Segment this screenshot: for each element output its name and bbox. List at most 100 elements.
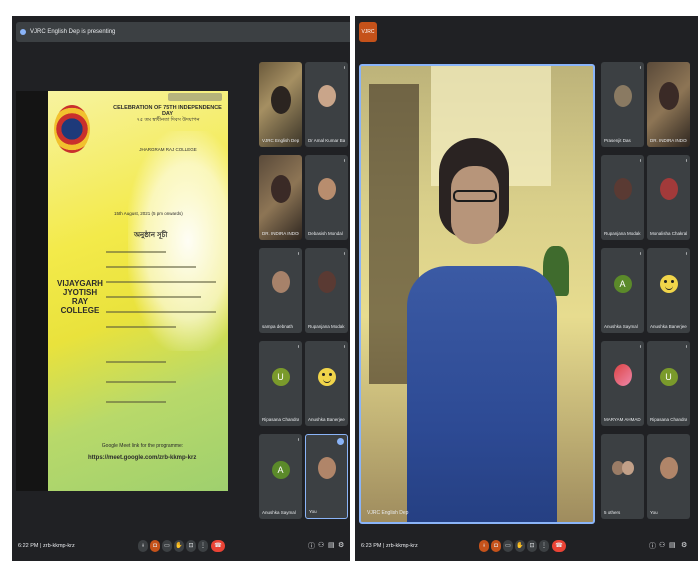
top-bar: VJRC xyxy=(355,16,698,48)
main-speaker-video[interactable]: VJRC English Dep xyxy=(359,64,595,524)
captions-button[interactable]: ▭ xyxy=(162,540,172,552)
chat-icon[interactable]: ▤ xyxy=(328,541,335,549)
mic-button[interactable]: ᵻ xyxy=(138,540,148,552)
meet-url: https://meet.google.com/zrb-kkmp-krz xyxy=(88,455,197,461)
participant-name: Ripasana Chandra xyxy=(650,417,687,422)
participant-tile[interactable]: ᵻ A Anushka Saymal xyxy=(259,434,302,519)
participant-name: Debasish Mondal xyxy=(308,231,343,236)
participant-tile[interactable]: ᵻ Prasenjit Das xyxy=(601,62,644,147)
participant-tile[interactable]: ᵻ MARYAM AHMAD xyxy=(601,341,644,426)
mic-button[interactable]: ᵻ xyxy=(479,540,489,552)
avatar xyxy=(659,457,678,479)
presenting-chip[interactable]: VJRC xyxy=(359,22,377,42)
participant-tile[interactable]: ᵻ sampa debnath xyxy=(259,248,302,333)
participant-tile[interactable]: ᵻ Rupanjana Modak xyxy=(305,248,348,333)
avatar: A xyxy=(613,274,632,293)
raise-hand-button[interactable]: ✋ xyxy=(174,540,184,552)
mic-off-icon: ᵻ xyxy=(343,65,345,71)
participant-name: Anushka Banerjee xyxy=(650,324,687,329)
presenting-text: VJRC English Dep is presenting xyxy=(30,29,116,35)
mic-off-icon: ᵻ xyxy=(297,344,299,350)
participant-name: Anushka Saymal xyxy=(604,324,638,329)
self-tile[interactable]: You xyxy=(647,434,690,519)
program-heading: অনুষ্ঠান সূচী xyxy=(134,232,168,239)
mic-off-icon: ᵻ xyxy=(343,251,345,257)
participant-tile[interactable]: DR. INDIRA INDORI xyxy=(647,62,690,147)
speaker-name: VJRC English Dep xyxy=(367,510,409,516)
participant-video xyxy=(270,175,291,203)
participant-name: Anushka Banerjee xyxy=(308,417,345,422)
end-call-button[interactable]: ☎ xyxy=(552,540,566,552)
participant-tile[interactable]: ᵻ U Ripasana Chandra xyxy=(259,341,302,426)
mic-off-icon: ᵻ xyxy=(685,251,687,257)
more-options-button[interactable]: ⋮ xyxy=(198,540,208,552)
activities-icon[interactable]: ⚙ xyxy=(338,541,344,549)
end-call-button[interactable]: ☎ xyxy=(211,540,225,552)
participant-name: Monalisha Chakraborty xyxy=(650,231,687,236)
participant-video xyxy=(658,82,679,110)
info-icon[interactable]: ⓘ xyxy=(649,541,656,551)
avatar xyxy=(317,457,336,480)
info-icon[interactable]: ⓘ xyxy=(308,541,315,551)
slide-college-line: JHARGRAM RAJ COLLEGE xyxy=(139,147,197,152)
raise-hand-button[interactable]: ✋ xyxy=(515,540,525,552)
self-tile[interactable]: You xyxy=(305,434,348,519)
participant-name: Ripasana Chandra xyxy=(262,417,299,422)
participant-tile[interactable]: ᵻ Rupanjana Modak xyxy=(601,155,644,240)
top-bar: VJRC English Dep is presenting xyxy=(12,16,350,48)
camera-button[interactable]: ◘ xyxy=(491,540,501,552)
avatar xyxy=(317,271,336,293)
mic-off-icon: ᵻ xyxy=(639,158,641,164)
bottom-bar: 6:22 PM | zrb-kkmp-krz ᵻ ◘ ▭ ✋ ⊡ ⋮ ☎ ⓘ ⚇… xyxy=(12,531,350,561)
avatar: U xyxy=(271,367,290,386)
participant-tile[interactable]: DR. INDIRA INDORI xyxy=(259,155,302,240)
slide-content: CELEBRATION OF 75TH INDEPENDENCE DAY ৭৫ … xyxy=(48,91,228,491)
avatar xyxy=(271,271,290,293)
captions-button[interactable]: ▭ xyxy=(503,540,513,552)
participant-name: MARYAM AHMAD xyxy=(604,417,641,422)
smiley-avatar-icon xyxy=(317,367,336,386)
mic-off-icon: ᵻ xyxy=(297,251,299,257)
people-icon[interactable]: ⚇ xyxy=(318,541,324,549)
avatar xyxy=(317,85,336,107)
participant-video xyxy=(270,86,291,115)
participant-tile[interactable]: ᵻ Dr Amal Kumar Bane... xyxy=(305,62,348,147)
participant-name: Anushka Saymal xyxy=(262,510,296,515)
avatar xyxy=(621,461,634,475)
avatar xyxy=(659,178,678,200)
people-icon[interactable]: ⚇ xyxy=(659,541,665,549)
mic-off-icon: ᵻ xyxy=(639,251,641,257)
meeting-time: 6:22 PM | zrb-kkmp-krz xyxy=(18,543,75,549)
participant-tile[interactable]: ᵻ Anushka Banerjee xyxy=(305,341,348,426)
activities-icon[interactable]: ⚙ xyxy=(681,541,687,549)
more-options-button[interactable]: ⋮ xyxy=(539,540,549,552)
slide-subtitle: ৭৫ তম স্বাধীনতা দিবস উদযাপন xyxy=(136,117,200,123)
participant-tile[interactable]: ᵻ A Anushka Saymal xyxy=(601,248,644,333)
chat-icon[interactable]: ▤ xyxy=(669,541,676,549)
avatar xyxy=(317,178,336,200)
participant-tile[interactable]: ᵻ Debasish Mondal xyxy=(305,155,348,240)
present-button[interactable]: ⊡ xyxy=(186,540,196,552)
avatar xyxy=(613,178,632,200)
mic-off-icon: ᵻ xyxy=(639,344,641,350)
participant-tile[interactable]: ᵻ Anushka Banerjee xyxy=(647,248,690,333)
others-tile[interactable]: 5 others xyxy=(601,434,644,519)
presenting-chip[interactable]: VJRC English Dep is presenting xyxy=(16,22,350,42)
avatar: A xyxy=(271,460,290,479)
avatar xyxy=(613,85,632,107)
participant-tile[interactable]: VJRC English Dep xyxy=(259,62,302,147)
mic-off-icon: ᵻ xyxy=(685,344,687,350)
slide-toolbar[interactable] xyxy=(168,93,222,101)
college-logo-icon xyxy=(54,105,90,153)
participant-tile[interactable]: ᵻ Monalisha Chakraborty xyxy=(647,155,690,240)
meeting-time: 6:23 PM | zrb-kkmp-krz xyxy=(361,543,418,549)
participant-name: sampa debnath xyxy=(262,324,294,329)
slide-title: CELEBRATION OF 75TH INDEPENDENCE DAY xyxy=(113,105,222,117)
mic-off-icon: ᵻ xyxy=(343,158,345,164)
participant-name: You xyxy=(309,509,317,514)
participant-tile[interactable]: ᵻ U Ripasana Chandra xyxy=(647,341,690,426)
camera-button[interactable]: ◘ xyxy=(150,540,160,552)
present-button[interactable]: ⊡ xyxy=(527,540,537,552)
meet-window-left: VJRC English Dep is presenting CELEBRATI… xyxy=(12,16,350,561)
participant-name: DR. INDIRA INDORI xyxy=(650,138,687,143)
